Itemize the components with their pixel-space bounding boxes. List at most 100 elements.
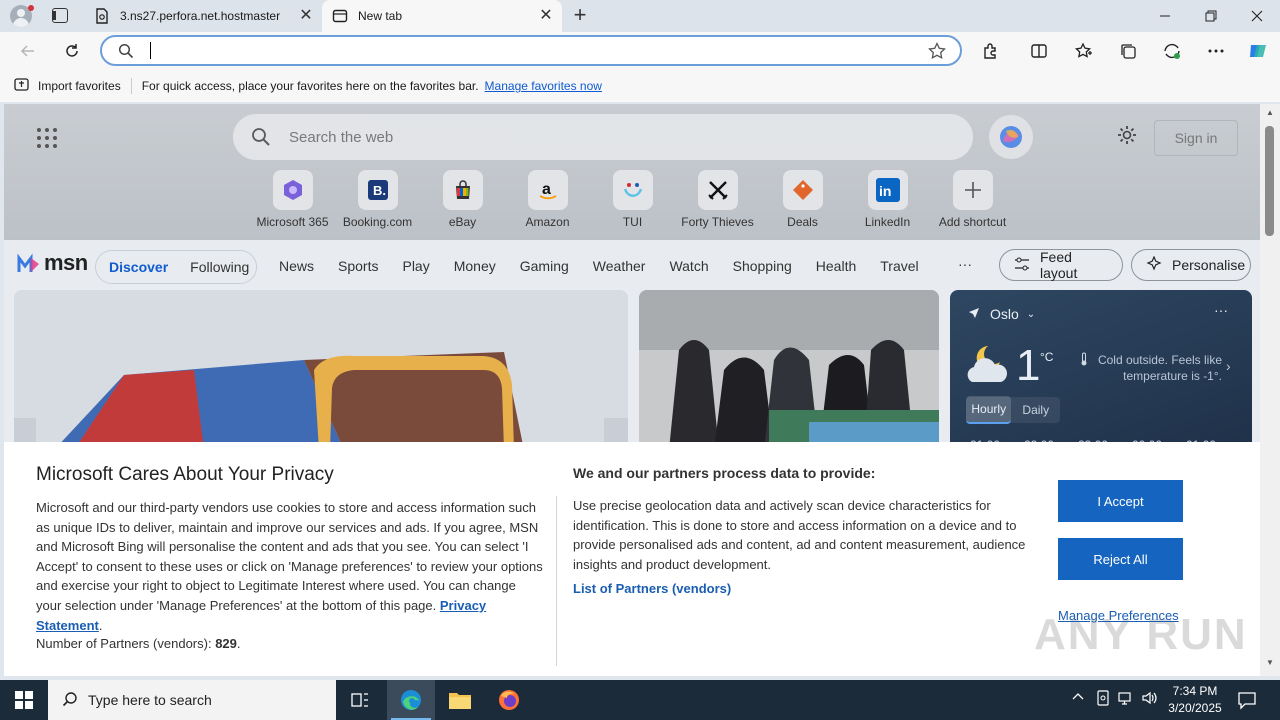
search-icon (62, 691, 78, 710)
more-menu-icon[interactable] (1202, 37, 1230, 65)
plus-icon (952, 170, 993, 210)
shortcut-forty-thieves[interactable]: Forty Thieves (675, 170, 760, 229)
list-of-partners-link[interactable]: List of Partners (vendors) (573, 581, 731, 596)
chevron-right-icon[interactable]: › (1226, 358, 1231, 374)
shortcut-label: Booking.com (342, 215, 413, 229)
tab-new-tab[interactable]: New tab ✕ (322, 0, 562, 32)
page-scrollbar[interactable]: ▲ ▼ (1260, 104, 1280, 676)
address-bar[interactable] (100, 35, 962, 66)
taskbar-clock[interactable]: 7:34 PM 3/20/2025 (1160, 683, 1230, 717)
ntp-header: Sign in Microsoft 365 B. Booking.com eBa… (4, 104, 1260, 240)
favorites-icon[interactable] (1070, 37, 1098, 65)
msn-logo[interactable]: msn (16, 250, 88, 276)
taskbar-firefox[interactable] (485, 680, 533, 720)
performance-icon[interactable] (1158, 37, 1186, 65)
nav-gaming[interactable]: Gaming (520, 258, 569, 274)
partners-number: 829 (215, 636, 237, 651)
nav-money[interactable]: Money (454, 258, 496, 274)
scroll-up-arrow-icon[interactable]: ▲ (1264, 108, 1276, 120)
back-button[interactable] (14, 37, 42, 65)
nav-news[interactable]: News (279, 258, 314, 274)
privacy-title: Microsoft Cares About Your Privacy (36, 464, 334, 485)
weather-card[interactable]: Oslo ⌄ ··· 1 °C Cold outside. Feels like… (950, 290, 1252, 450)
scroll-down-arrow-icon[interactable]: ▼ (1264, 658, 1276, 670)
svg-text:in: in (879, 183, 891, 199)
page-icon (94, 8, 110, 24)
taskbar-edge[interactable] (387, 680, 435, 720)
hero-news-card[interactable] (14, 290, 628, 450)
sign-in-button[interactable]: Sign in (1154, 120, 1238, 156)
taskbar-search-box[interactable]: Type here to search (48, 680, 336, 720)
tab-actions-icon[interactable] (52, 8, 68, 23)
tab-hourly[interactable]: Hourly (966, 396, 1012, 424)
shortcut-microsoft-365[interactable]: Microsoft 365 (250, 170, 335, 229)
add-shortcut-button[interactable]: Add shortcut (930, 170, 1015, 229)
shortcut-deals[interactable]: Deals (760, 170, 845, 229)
tray-device-icon[interactable] (1096, 690, 1110, 709)
shortcut-amazon[interactable]: a Amazon (505, 170, 590, 229)
weather-location[interactable]: Oslo ⌄ (968, 306, 1035, 322)
favorite-star-icon[interactable] (928, 41, 946, 63)
shortcuts-row: Microsoft 365 B. Booking.com eBay a Amaz… (250, 170, 1015, 229)
split-screen-icon[interactable] (1025, 37, 1053, 65)
news-photo-card[interactable] (639, 290, 939, 450)
weather-more-icon[interactable]: ··· (1214, 302, 1228, 318)
tab-hostmaster[interactable]: 3.ns27.perfora.net.hostmaster ✕ (84, 0, 322, 32)
app-launcher-icon[interactable] (37, 128, 57, 148)
partly-cloudy-night-icon (964, 342, 1012, 391)
location-arrow-icon (968, 306, 980, 322)
tab-discover[interactable]: Discover (109, 259, 168, 275)
task-view-button[interactable] (336, 680, 384, 720)
shortcut-tui[interactable]: TUI (590, 170, 675, 229)
nav-play[interactable]: Play (402, 258, 429, 274)
copilot-icon[interactable] (1244, 37, 1272, 65)
tab-daily[interactable]: Daily (1011, 403, 1060, 417)
minimize-button[interactable] (1142, 0, 1188, 32)
search-icon (118, 43, 134, 62)
feed-layout-button[interactable]: Feed layout (999, 249, 1123, 281)
notification-icon[interactable] (1236, 689, 1258, 711)
new-tab-button[interactable]: + (568, 4, 592, 28)
close-tab-icon[interactable]: ✕ (294, 4, 318, 28)
start-button[interactable] (0, 680, 48, 720)
nav-health[interactable]: Health (816, 258, 856, 274)
close-tab-icon[interactable]: ✕ (534, 4, 558, 28)
nav-travel[interactable]: Travel (880, 258, 918, 274)
refresh-button[interactable] (58, 37, 86, 65)
msn-logo-text: msn (44, 250, 88, 275)
shortcut-linkedin[interactable]: in LinkedIn (845, 170, 930, 229)
taskbar-file-explorer[interactable] (436, 680, 484, 720)
web-search-box[interactable] (233, 114, 973, 160)
nav-watch[interactable]: Watch (669, 258, 708, 274)
title-bar: 3.ns27.perfora.net.hostmaster ✕ New tab … (0, 0, 1280, 32)
shortcut-booking[interactable]: B. Booking.com (335, 170, 420, 229)
volume-icon[interactable] (1141, 690, 1159, 709)
toolbar (0, 32, 1280, 70)
personalise-button[interactable]: Personalise (1131, 249, 1251, 281)
svg-text:B.: B. (373, 183, 386, 198)
collections-icon[interactable] (1114, 37, 1142, 65)
hero-image (14, 290, 628, 450)
scrollbar-thumb[interactable] (1265, 126, 1274, 236)
copilot-button[interactable] (989, 115, 1033, 159)
network-icon[interactable] (1118, 690, 1134, 709)
address-input[interactable] (148, 41, 908, 60)
more-categories-button[interactable]: ··· (958, 256, 972, 272)
extensions-icon[interactable] (977, 37, 1005, 65)
manage-preferences-link[interactable]: Manage Preferences (1058, 608, 1179, 623)
reject-all-button[interactable]: Reject All (1058, 538, 1183, 580)
tab-following[interactable]: Following (190, 259, 249, 275)
web-search-input[interactable] (289, 127, 929, 147)
nav-shopping[interactable]: Shopping (733, 258, 792, 274)
shortcut-ebay[interactable]: eBay (420, 170, 505, 229)
restore-button[interactable] (1188, 0, 1234, 32)
nav-weather[interactable]: Weather (593, 258, 646, 274)
page-settings-gear-icon[interactable] (1114, 124, 1140, 150)
import-favorites-button[interactable]: Import favorites (14, 77, 121, 95)
accept-button[interactable]: I Accept (1058, 480, 1183, 522)
tray-chevron-up-icon[interactable] (1072, 690, 1084, 705)
windows-taskbar: Type here to search 7:34 PM 3/20/2025 (0, 680, 1280, 720)
close-window-button[interactable] (1234, 0, 1280, 32)
manage-favorites-link[interactable]: Manage favorites now (485, 79, 602, 93)
nav-sports[interactable]: Sports (338, 258, 378, 274)
